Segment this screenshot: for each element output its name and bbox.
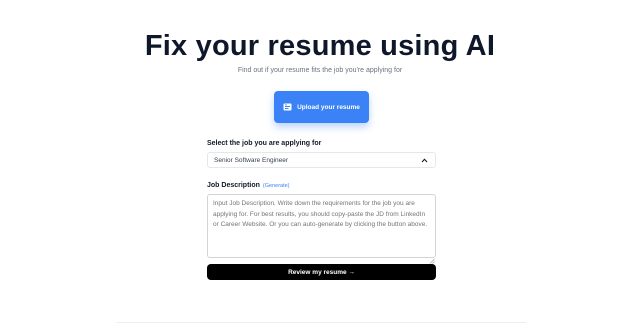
job-description-label: Job Description — [207, 182, 260, 189]
job-select-value: Senior Software Engineer — [214, 156, 289, 164]
resize-grip-icon[interactable] — [429, 251, 435, 264]
page-title: Fix your resume using AI — [144, 30, 496, 62]
page-subtitle: Find out if your resume fits the job you… — [237, 67, 403, 74]
review-resume-label: Review my resume → — [288, 268, 355, 276]
generate-link[interactable]: (Generate) — [263, 183, 290, 189]
review-resume-button[interactable]: Review my resume → — [207, 264, 436, 280]
job-select-label: Select the job you are applying for — [207, 140, 322, 147]
job-select[interactable]: Senior Software Engineer — [207, 152, 436, 168]
footer-divider — [116, 322, 526, 323]
upload-resume-button[interactable]: Upload your resume — [274, 91, 369, 123]
upload-resume-label: Upload your resume — [297, 103, 360, 111]
file-upload-icon — [283, 103, 292, 111]
chevron-up-icon — [421, 157, 428, 163]
job-description-input[interactable] — [207, 194, 436, 258]
job-description-label-row: Job Description (Generate) — [207, 182, 290, 189]
